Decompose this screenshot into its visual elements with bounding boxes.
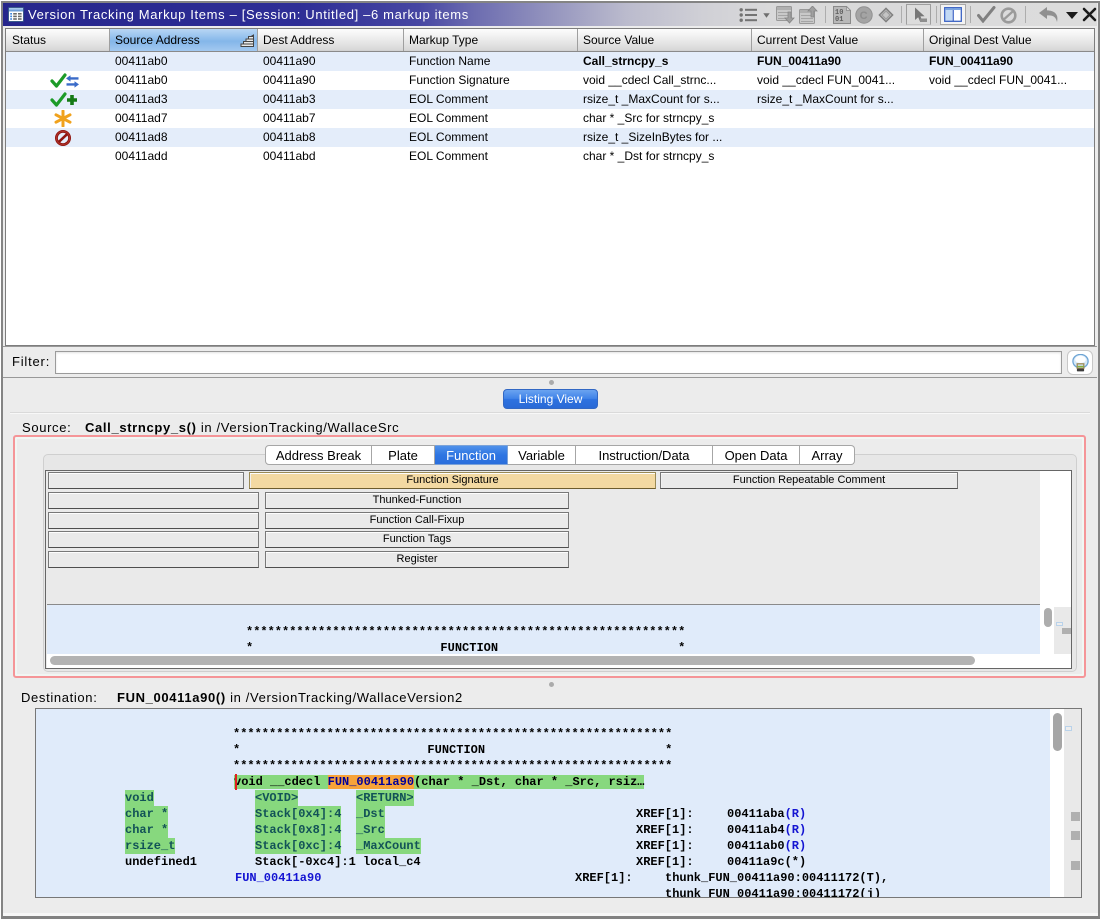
svg-text:01: 01 — [835, 16, 843, 24]
svg-text:C: C — [860, 10, 868, 22]
